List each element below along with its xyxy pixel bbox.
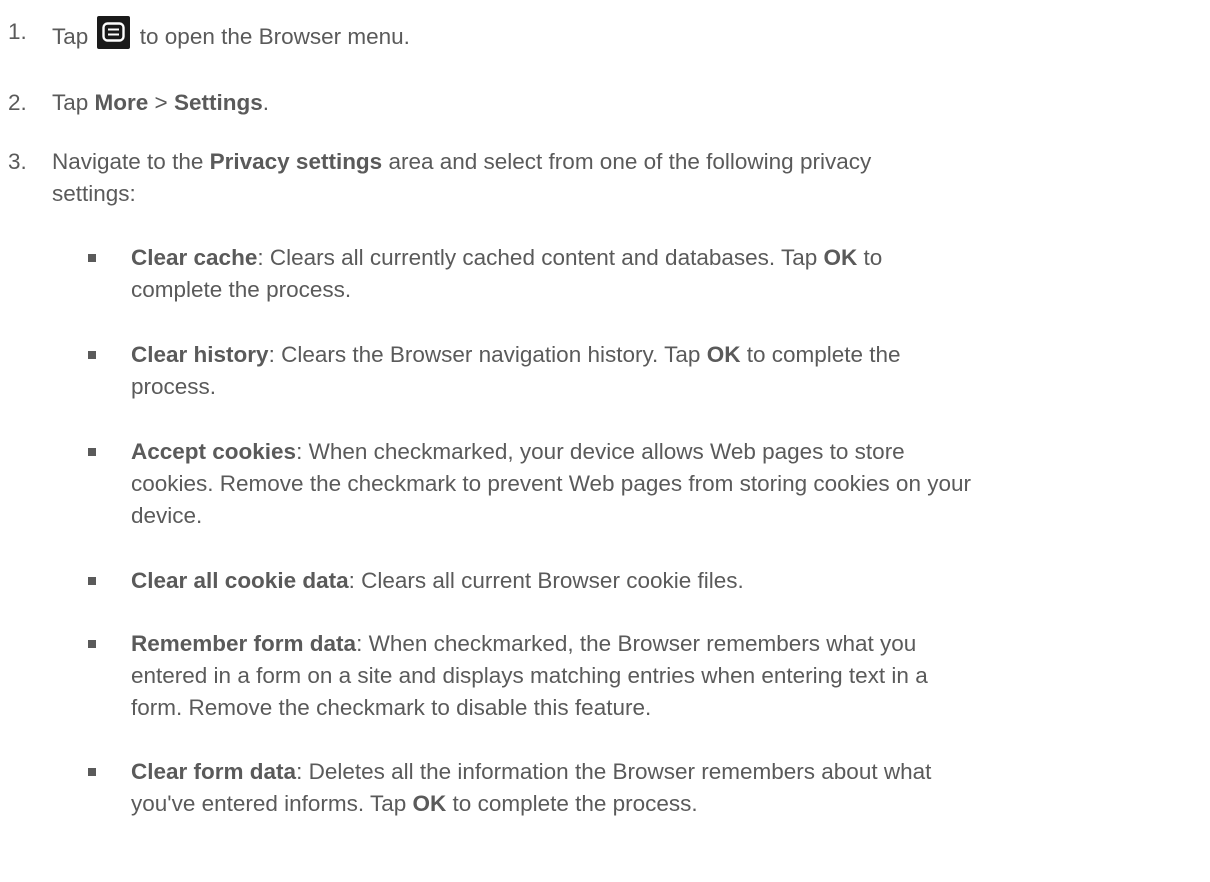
step-number: 2.: [8, 90, 27, 115]
instructions-document: 1. Tap to open the Browser menu. 2. Tap …: [0, 0, 1210, 882]
step-text: Navigate to the Privacy settings area an…: [52, 149, 872, 206]
step-number: 3.: [8, 149, 27, 174]
option-text: Clear cache: Clears all currently cached…: [131, 245, 883, 302]
settings-label: Settings: [173, 90, 263, 115]
option-text: Accept cookies: When checkmarked, your d…: [131, 439, 971, 528]
option-text: Clear all cookie data: Clears all curren…: [131, 568, 744, 593]
option-term: Remember form data: [131, 631, 357, 656]
bullet-icon: [88, 254, 96, 262]
bullet-icon: [88, 448, 96, 456]
step-text: Tap to open the Browser menu.: [52, 16, 1202, 53]
option-term: Clear history: [131, 342, 269, 367]
option-text: Clear form data: Deletes all the informa…: [131, 759, 932, 816]
bullet-icon: [88, 640, 96, 648]
option-text: Remember form data: When checkmarked, th…: [131, 631, 928, 720]
step-text: Tap More > Settings.: [52, 90, 269, 115]
option-term: Accept cookies: [131, 439, 297, 464]
privacy-settings-label: Privacy settings: [209, 149, 383, 174]
option-term: Clear cache: [131, 245, 258, 270]
step-number: 1.: [8, 19, 27, 44]
bullet-icon: [88, 351, 96, 359]
bullet-icon: [88, 577, 96, 585]
menu-key-icon: [96, 16, 130, 49]
more-label: More: [94, 90, 149, 115]
bullet-icon: [88, 768, 96, 776]
option-text: Clear history: Clears the Browser naviga…: [131, 342, 901, 399]
option-term: Clear all cookie data: [131, 568, 349, 593]
option-term: Clear form data: [131, 759, 297, 784]
